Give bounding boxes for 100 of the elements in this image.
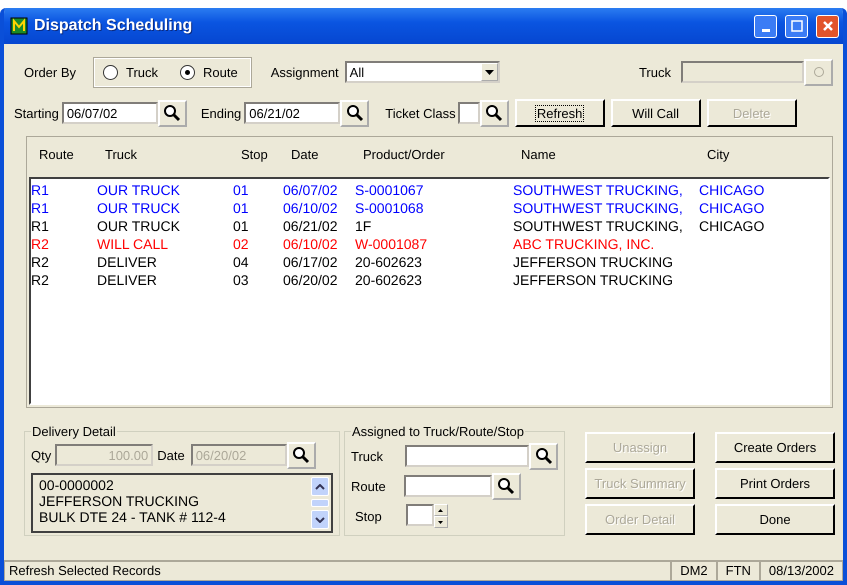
search-button[interactable] [286,442,316,468]
table-cell-text: 06/10/02 [283,236,338,252]
notes-field[interactable]: 00-0000002 JEFFERSON TRUCKING BULK DTE 24 - TANK # 112-4 [31,473,333,533]
truck-label: Truck [351,448,384,464]
search-icon [346,104,364,122]
search-icon [163,104,182,122]
ticket-class-field[interactable] [458,102,480,124]
table-cell-text: R2 [31,254,50,270]
status-panel: DM2 [671,561,717,581]
table-cell-text: DELIVER [97,254,158,270]
lookup-icon [812,66,824,78]
app-icon [10,17,28,35]
column-header[interactable]: Truck [105,146,241,162]
table-cell-text: 1F [355,218,372,234]
table-cell-text: 04 [233,254,250,270]
route-field[interactable] [404,475,492,497]
status-panel: 08/13/2002 [760,561,843,581]
radio-button[interactable] [103,64,118,80]
window-title: Dispatch Scheduling [34,17,194,35]
note-line: 00-0000002 [39,477,115,493]
qty-label: Qty [31,448,52,462]
truck-field[interactable] [405,445,530,467]
search-icon [485,104,504,122]
search-button[interactable] [480,100,509,126]
order-by-label: Order By [24,64,76,80]
table-cell-text: S-0001068 [355,200,425,216]
note-line: BULK DTE 24 - TANK # 112-4 [39,509,227,525]
minimize-icon [762,28,770,32]
search-icon [534,447,553,465]
search-icon [497,477,516,495]
table-cell-text: DELIVER [97,272,158,288]
action-button[interactable]: Create Orders [715,432,836,463]
search-button[interactable] [492,472,521,500]
search-button[interactable] [158,100,187,126]
column-header[interactable]: Product/Order [363,146,521,162]
starting-label: Starting [14,106,59,120]
note-line: JEFFERSON TRUCKING [39,493,200,509]
search-icon [292,446,310,464]
maximize-icon [790,20,802,32]
search-button[interactable] [529,442,558,470]
table-cell-text: R2 [31,272,50,288]
radio-button[interactable] [180,64,196,80]
ending-date-field[interactable]: 06/21/02 [244,102,340,124]
status-message: Refresh Selected Records [4,561,672,581]
minimize-button[interactable] [754,14,777,38]
scrollbar-icon[interactable] [311,477,329,529]
column-header[interactable]: Stop [241,146,291,162]
close-icon [822,20,834,32]
table-cell-text: W-0001087 [355,236,428,252]
table-cell-text: 06/17/02 [283,254,338,270]
search-button[interactable] [340,100,370,126]
table-cell-text: CHICAGO [699,218,766,234]
table-cell-text: S-0001067 [355,182,425,198]
table-cell-text: 02 [233,236,250,252]
stop-spinner[interactable] [406,504,448,528]
action-button[interactable]: Print Orders [715,468,836,499]
table-cell-text: CHICAGO [699,200,766,216]
radio-option[interactable]: Truck [103,64,158,80]
column-header[interactable]: Date [291,146,363,162]
table-cell-text: SOUTHWEST TRUCKING, [513,200,684,216]
column-header[interactable]: Route [39,146,105,162]
starting-date-field[interactable]: 06/07/02 [62,102,158,124]
column-header[interactable]: City [707,146,832,162]
table-cell-text: 01 [233,182,250,198]
table-cell-text: 20-602623 [355,272,423,288]
table-cell-text: 20-602623 [355,254,423,270]
column-header[interactable]: Name [521,146,707,162]
stop-label: Stop [355,508,382,524]
table-cell-text: R1 [31,200,50,216]
group-title: Assigned to Truck/Route/Stop [351,424,525,439]
route-label: Route [351,478,386,494]
table-cell-text: R1 [31,182,50,198]
date-label: Date [157,448,185,462]
action-button[interactable]: Done [715,504,836,535]
ticket-class-label: Ticket Class [385,106,456,120]
assignment-dropdown[interactable]: All [344,61,500,83]
table-cell-text: OUR TRUCK [97,182,181,198]
table-cell-text: OUR TRUCK [97,218,181,234]
ending-label: Ending [200,106,242,120]
table-cell-text: 06/20/02 [283,272,338,288]
table-cell-text: JEFFERSON TRUCKING [513,272,674,288]
table-cell-text: CHICAGO [699,182,766,198]
table-cell-text: 06/07/02 [283,182,338,198]
assignment-label: Assignment [270,64,339,80]
table-cell-text: OUR TRUCK [97,200,181,216]
toolbar-button[interactable]: Will Call [610,99,701,127]
table-cell-text: 01 [233,200,250,216]
table-cell-text: 03 [233,272,250,288]
table-cell-text: ABC TRUCKING, INC. [513,236,656,252]
table-cell-text: WILL CALL [97,236,170,252]
maximize-button[interactable] [785,14,808,38]
status-panel: FTN [716,561,760,581]
toolbar-button[interactable]: Refresh [514,99,605,127]
close-button[interactable] [816,14,839,38]
radio-option[interactable]: Route [180,64,238,80]
group-title: Delivery Detail [31,424,117,439]
table-cell-text: JEFFERSON TRUCKING [513,254,674,270]
table-cell-text: 06/10/02 [283,200,338,216]
table-cell-text: R1 [31,218,50,234]
truck-label: Truck [638,64,671,80]
